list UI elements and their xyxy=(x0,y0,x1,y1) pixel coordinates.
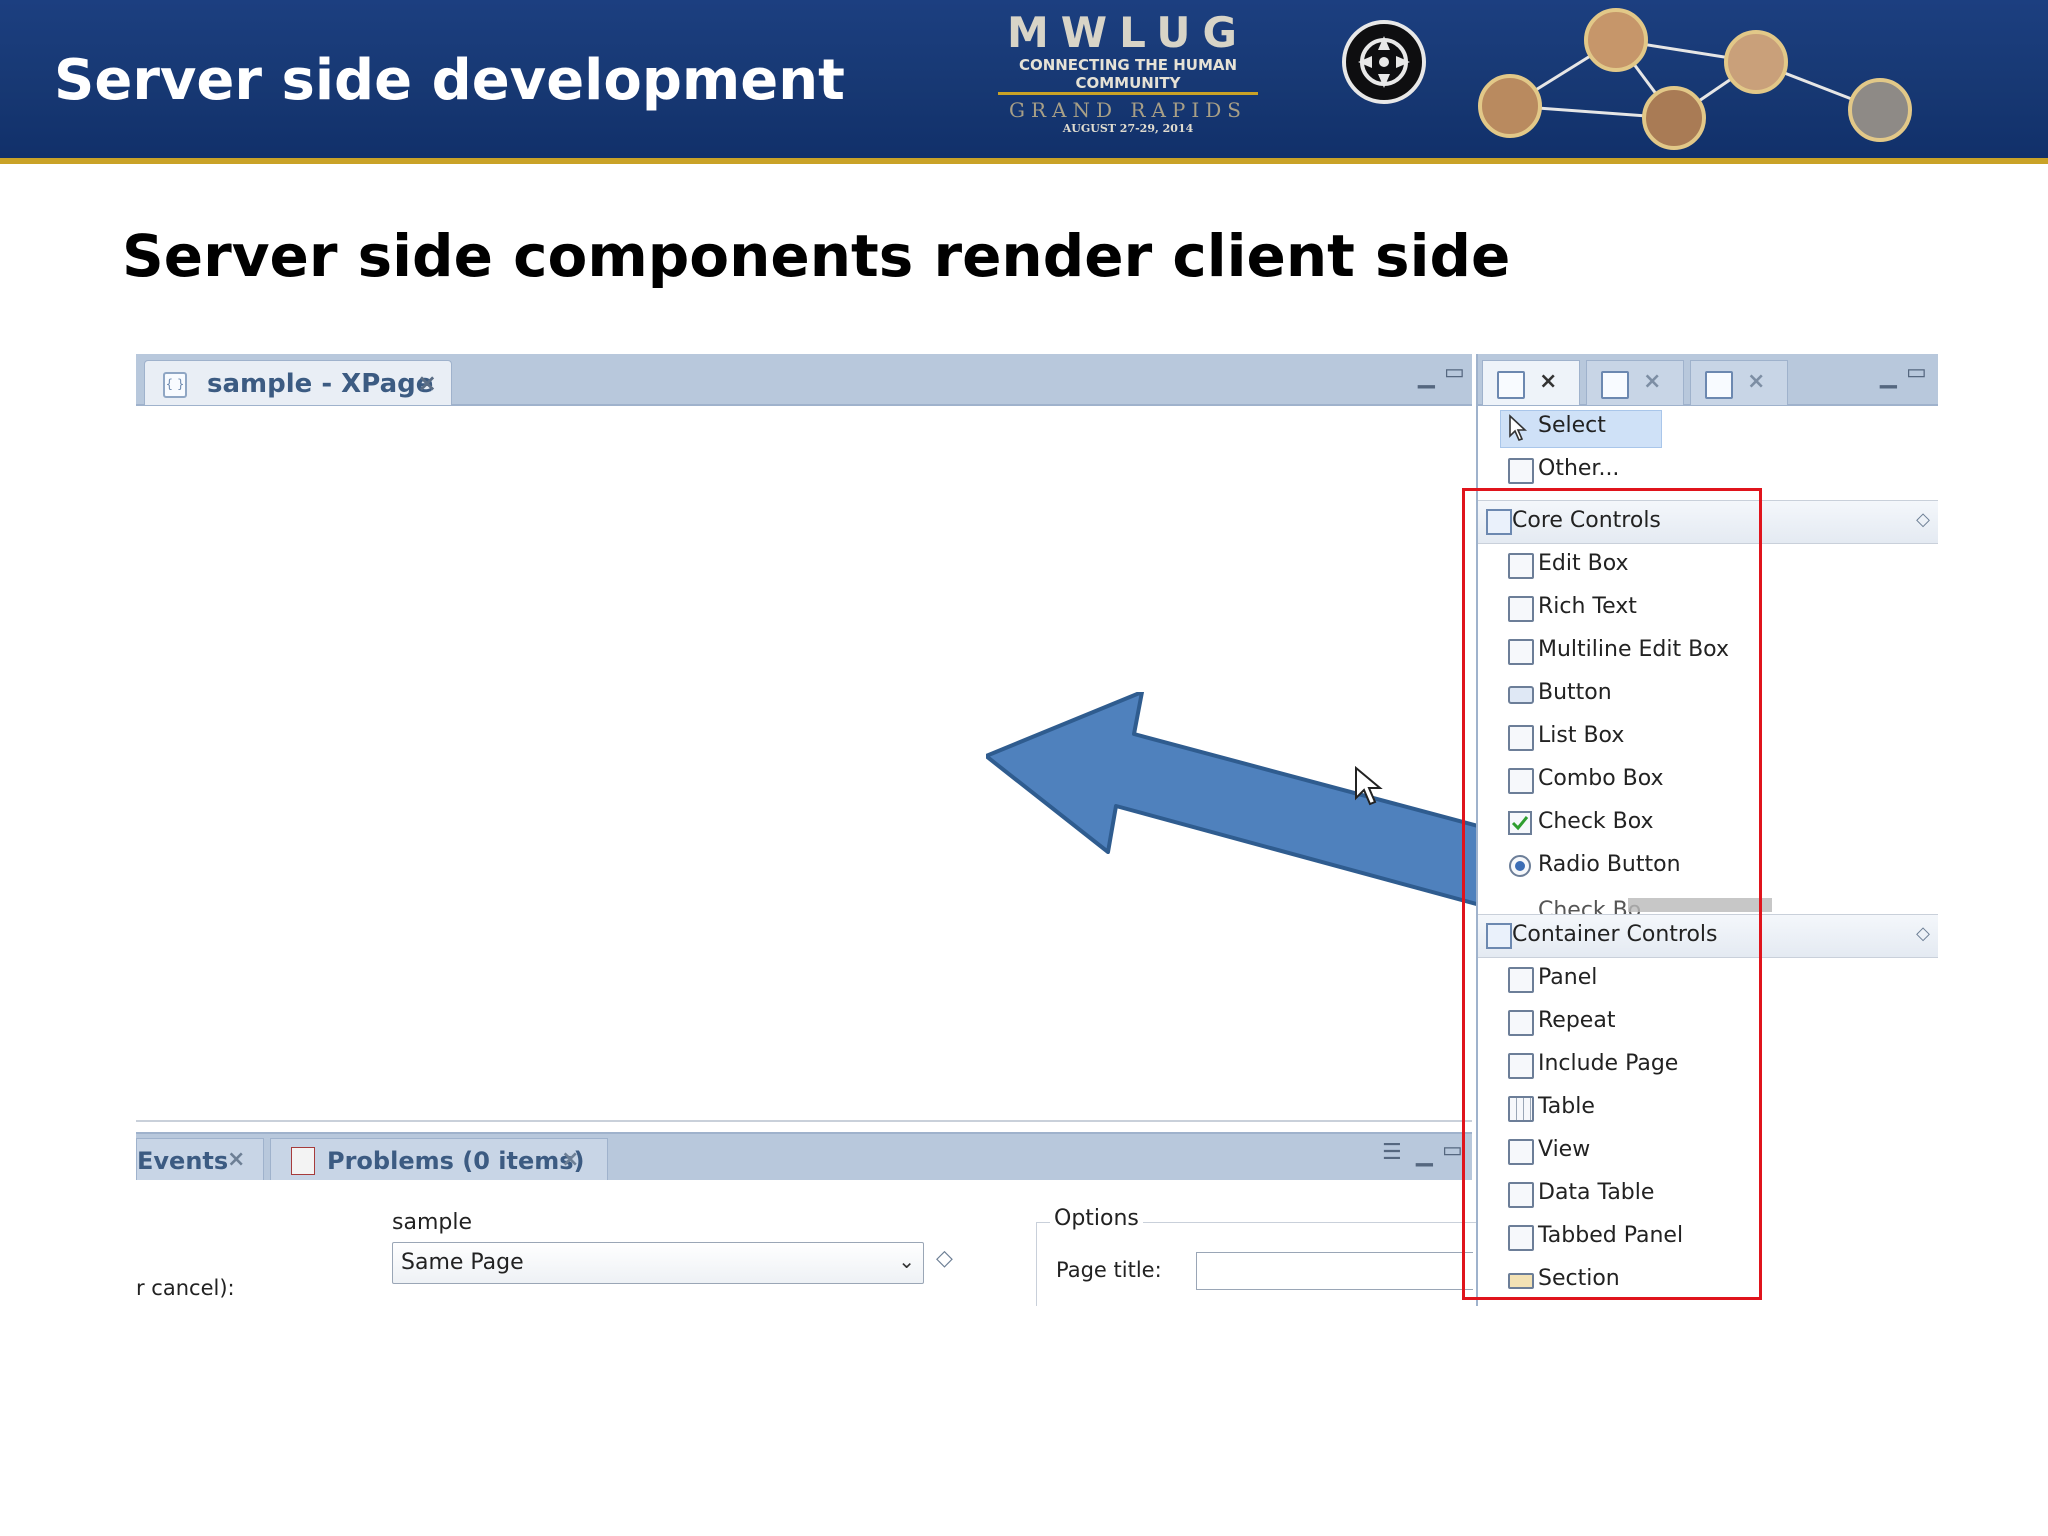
select-value: Same Page xyxy=(401,1250,524,1275)
page-title-label: Page title: xyxy=(1056,1258,1162,1282)
tab-events-label: Events xyxy=(137,1147,229,1175)
close-icon[interactable]: × xyxy=(561,1147,579,1172)
logo-dates: AUGUST 27-29, 2014 xyxy=(1062,122,1194,135)
maximize-icon[interactable]: ▭ xyxy=(1444,360,1465,385)
pointer-icon xyxy=(1509,414,1528,441)
other-controls-icon xyxy=(1508,458,1534,484)
logo-tagline-1: CONNECTING THE HUMAN xyxy=(1018,56,1238,74)
close-icon[interactable]: × xyxy=(227,1147,245,1172)
problems-icon xyxy=(291,1147,315,1175)
tab-problems[interactable]: Problems (0 items) × xyxy=(270,1138,608,1183)
palette-item-select[interactable]: Select xyxy=(1478,406,1938,449)
header-banner: Server side development MWLUG CONNECTING… xyxy=(0,0,2048,164)
minimize-icon[interactable]: ▁ xyxy=(1880,364,1897,389)
bottom-tab-bar: Events × Problems (0 items) × ☰ ▁ ▭ xyxy=(136,1132,1472,1183)
close-icon[interactable]: × xyxy=(1747,369,1765,394)
data-palette-icon xyxy=(1601,371,1629,399)
tab-events[interactable]: Events × xyxy=(136,1138,264,1183)
tab-outline[interactable]: × xyxy=(1690,360,1788,405)
palette-item-label: Other... xyxy=(1538,456,1620,481)
minimize-icon[interactable]: ▁ xyxy=(1416,1142,1433,1167)
controls-highlight-box xyxy=(1462,488,1762,1300)
options-legend: Options xyxy=(1050,1206,1143,1231)
pin-drawer-icon[interactable]: ◇ xyxy=(1916,509,1930,530)
compute-diamond-icon[interactable]: ◇ xyxy=(936,1246,953,1271)
maximize-icon[interactable]: ▭ xyxy=(1442,1138,1463,1163)
logo-city: GRAND RAPIDS xyxy=(1009,98,1247,122)
logo-tagline-2: COMMUNITY xyxy=(1075,74,1181,92)
people-network-graphic xyxy=(1478,8,1912,150)
mwlug-logo: MWLUG CONNECTING THE HUMAN COMMUNITY GRA… xyxy=(998,8,1258,136)
divider xyxy=(136,1120,1472,1122)
compass-logo-icon xyxy=(1342,20,1426,104)
editor-tab-bar: { } sample - XPage × ▁ ▭ xyxy=(136,354,1472,406)
outline-icon xyxy=(1705,371,1733,399)
palette-item-other[interactable]: Other... xyxy=(1478,449,1938,492)
close-icon[interactable]: × xyxy=(417,369,437,397)
palette-item-label: Select xyxy=(1538,413,1606,438)
mouse-pointer-icon xyxy=(1355,766,1383,806)
pin-drawer-icon[interactable]: ◇ xyxy=(1916,923,1930,944)
tab-sample-xpage[interactable]: { } sample - XPage × xyxy=(144,360,452,405)
tab-controls-palette[interactable]: × xyxy=(1482,360,1580,405)
palette-tab-bar: × × × ▁ ▭ xyxy=(1478,354,1938,406)
logo-letters: MWLUG xyxy=(1007,8,1249,57)
slide-header-title: Server side development xyxy=(54,48,845,113)
properties-panel: sample r cancel): Same Page ⌄ ◇ Options … xyxy=(136,1180,1477,1306)
xpage-name-value: sample xyxy=(392,1210,472,1235)
close-icon[interactable]: × xyxy=(1539,369,1557,394)
editor-tab-label: sample - XPage xyxy=(207,369,434,399)
slide-subtitle: Server side components render client sid… xyxy=(122,222,1511,290)
xpage-icon: { } xyxy=(163,372,187,398)
close-icon[interactable]: × xyxy=(1643,369,1661,394)
logo-rule xyxy=(998,92,1258,95)
tab-data-palette[interactable]: × xyxy=(1586,360,1684,405)
next-page-select[interactable]: Same Page ⌄ xyxy=(392,1242,924,1284)
chevron-down-icon: ⌄ xyxy=(898,1249,915,1273)
page-title-input[interactable] xyxy=(1196,1252,1473,1290)
controls-palette-icon xyxy=(1497,371,1525,399)
designer-screenshot: { } sample - XPage × ▁ ▭ Events × Proble… xyxy=(136,354,1938,1306)
tab-problems-label: Problems (0 items) xyxy=(327,1147,585,1175)
minimize-icon[interactable]: ▁ xyxy=(1418,364,1435,389)
cancel-field-label: r cancel): xyxy=(136,1276,235,1300)
maximize-icon[interactable]: ▭ xyxy=(1906,360,1927,385)
view-menu-icon[interactable]: ☰ xyxy=(1382,1140,1402,1165)
